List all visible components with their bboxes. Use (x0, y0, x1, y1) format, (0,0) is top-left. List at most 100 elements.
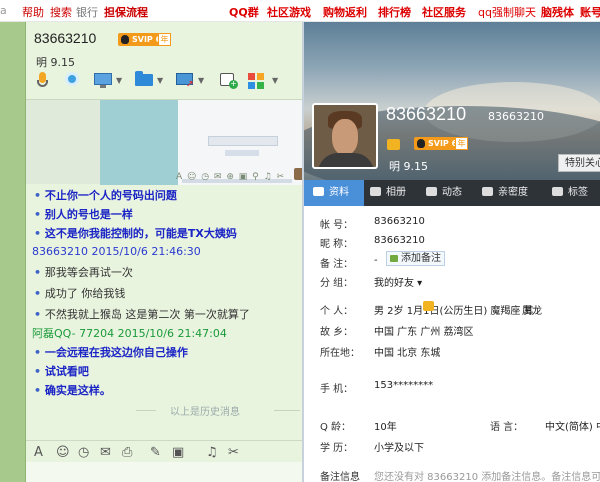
nav-link-search[interactable]: 搜索 (50, 4, 72, 20)
message-line: • 一会远程在我这边你自己操作 (34, 346, 188, 359)
chevron-down-icon[interactable]: ▼ (272, 76, 278, 85)
language-value: 中文(简体) 中 (545, 422, 600, 433)
chevron-down-icon[interactable]: ▼ (198, 76, 204, 85)
field-value: - (374, 255, 378, 266)
message-line: • 不然我就上猴岛 这是第二次 第一次就算了 (34, 308, 250, 321)
chat-subtitle: 明 9.15 (36, 56, 75, 69)
id-card-icon (313, 187, 324, 196)
file-transfer-icon[interactable] (135, 70, 153, 92)
message-line: • 试试看吧 (34, 365, 89, 378)
field-label: 分 组： (320, 278, 354, 289)
feed-icon (426, 187, 437, 196)
nav-link-ranking[interactable]: 排行榜 (378, 4, 411, 20)
profile-subtitle: 明 9.15 (389, 160, 428, 173)
chevron-down-icon[interactable]: ▼ (157, 76, 163, 85)
message-line: • 那我等会再试一次 (34, 266, 133, 279)
message-line: • 不止你一个人的号码出问题 (34, 189, 177, 202)
message-header: 阿磊QQ- 77204 2015/10/6 21:47:04 (32, 327, 227, 340)
avatar[interactable] (312, 103, 378, 169)
nav-link-escrow[interactable]: 担保流程 (104, 4, 148, 20)
crown-icon (387, 139, 400, 150)
tab-album[interactable]: 相册 (370, 180, 425, 206)
svip-badge: SVIP 6 (414, 137, 461, 150)
field-label: 所在地： (320, 348, 360, 359)
chat-title: 83663210 (34, 30, 97, 46)
hometown-value: 中国 广东 广州 荔湾区 (374, 327, 474, 338)
location-value: 中国 北京 东城 (374, 348, 441, 359)
field-label: 备注信息 (320, 472, 360, 482)
microphone-icon[interactable] (35, 70, 49, 92)
divider (136, 410, 156, 411)
tab-tags[interactable]: 标签 (552, 180, 600, 206)
magic-emoji-icon[interactable]: ◷ (78, 445, 89, 460)
profile-panel: 83663210 83663210 SVIP 6 年 明 9.15 特别关心 资… (302, 22, 600, 482)
nav-link-font[interactable]: 脑残体 (541, 4, 574, 20)
profile-qq-number: 83663210 (488, 110, 544, 123)
tab-feed[interactable]: 动态 (426, 180, 481, 206)
nav-link-bank[interactable]: 银行 (76, 4, 98, 20)
chevron-down-icon[interactable]: ▼ (116, 76, 122, 85)
app-grid-icon[interactable] (248, 70, 266, 92)
tab-profile[interactable]: 资料 (304, 180, 364, 206)
field-label: 备 注： (320, 259, 354, 270)
profile-tabs: 资料 相册 动态 亲密度 标签 (304, 180, 600, 206)
field-label: 学 历： (320, 443, 354, 454)
webcam-icon[interactable] (64, 70, 80, 92)
screenshot-icon[interactable]: ✂ (228, 445, 239, 460)
add-remark-button[interactable]: 添加备注 (386, 251, 445, 266)
field-label: 故 乡： (320, 327, 354, 338)
voice-icon[interactable]: ⎙ (122, 445, 132, 460)
left-sidebar-strip (0, 22, 26, 482)
album-icon (370, 187, 381, 196)
zodiac-animal: 属龙 (522, 306, 542, 317)
personal-info: 男 2岁 1月1日(公历生日) 魔羯座 其 (374, 306, 534, 317)
input-toolbar: A ☺ ◷ ✉ ⎙ ✎ ▣ ♫ ✂ (26, 440, 304, 462)
preview-toolbar: A ☺ ◷ ✉ ⊕ ▣ ⚲ ♫ ✂ (176, 172, 286, 182)
nav-link-account[interactable]: 账号 (580, 4, 600, 20)
nav-link-shopping[interactable]: 购物返利 (323, 4, 367, 20)
qage-value: 10年 (374, 422, 397, 433)
field-value: 83663210 (374, 216, 425, 227)
message-input[interactable] (26, 462, 304, 482)
nav-link-force-chat[interactable]: qq强制聊天 (478, 4, 536, 20)
heart-icon (482, 187, 493, 196)
screen-share-icon[interactable] (94, 70, 112, 92)
message-line: • 别人的号也是一样 (34, 208, 133, 221)
nav-link-qq-group[interactable]: QQ群 (229, 4, 259, 20)
phone-value: 153******** (374, 380, 434, 391)
field-label: 帐 号： (320, 220, 354, 231)
message-line: • 成功了 你给我钱 (34, 287, 126, 300)
remote-assist-icon[interactable]: ↗ (176, 70, 194, 92)
special-care-button[interactable]: 特别关心 (558, 154, 600, 172)
field-label: 个 人： (320, 306, 354, 317)
nav-link[interactable]: a (0, 4, 7, 17)
field-label: 昵 称： (320, 239, 354, 250)
nav-link-games[interactable]: 社区游戏 (267, 4, 311, 20)
field-label: 手 机： (320, 384, 354, 395)
year-badge: 年 (158, 33, 171, 46)
field-label: 语 言： (490, 422, 524, 433)
tag-icon (552, 187, 563, 196)
nav-link-help[interactable]: 帮助 (22, 4, 44, 20)
divider (274, 410, 300, 411)
edit-icon[interactable]: ✎ (150, 445, 161, 460)
emoji-icon[interactable]: ☺ (56, 445, 70, 460)
education-value: 小学及以下 (374, 443, 424, 454)
nav-link-community[interactable]: 社区服务 (422, 4, 466, 20)
music-icon[interactable]: ♫ (206, 445, 218, 460)
tab-intimacy[interactable]: 亲密度 (482, 180, 544, 206)
field-value: 83663210 (374, 235, 425, 246)
year-badge: 年 (455, 137, 468, 150)
group-select[interactable]: 我的好友 ▾ (374, 274, 422, 289)
shake-icon[interactable]: ✉ (100, 445, 111, 460)
crown-icon (423, 301, 434, 311)
profile-name: 83663210 (386, 104, 467, 124)
app-add-icon[interactable]: + (219, 70, 238, 92)
field-label: Q 龄： (320, 422, 352, 433)
image-icon[interactable]: ▣ (172, 445, 184, 460)
message-line: • 这不是你我能控制的，可能是TX大姨妈 (34, 227, 237, 240)
message-header: 83663210 2015/10/6 21:46:30 (32, 245, 201, 258)
top-nav-bar: a 帮助 搜索 银行 担保流程 QQ群 社区游戏 购物返利 排行榜 社区服务 q… (0, 0, 600, 22)
message-line: • 确实是这样。 (34, 384, 111, 397)
font-icon[interactable]: A (34, 445, 43, 460)
